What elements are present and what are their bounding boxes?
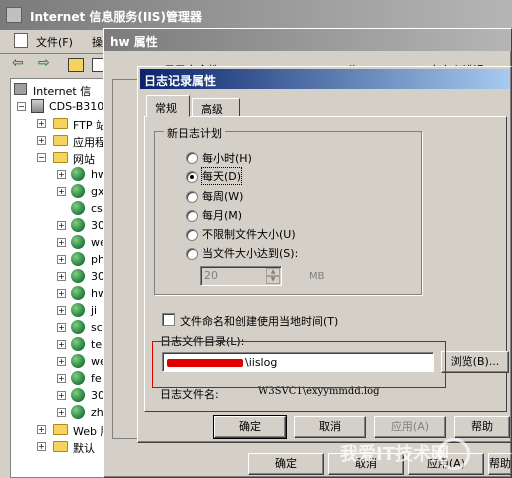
spinner-down-icon[interactable]: ▼ — [266, 276, 280, 284]
expand-icon[interactable]: + — [57, 340, 66, 349]
logging-dialog-titlebar[interactable]: 日志记录属性 — [140, 69, 510, 89]
globe-icon — [71, 252, 85, 266]
local-time-checkbox[interactable] — [162, 313, 175, 326]
spinner-up-icon[interactable]: ▲ — [266, 268, 280, 276]
globe-icon — [71, 388, 85, 402]
radio-daily[interactable] — [186, 171, 198, 183]
size-unit: MB — [309, 271, 325, 282]
logging-properties-dialog: 日志记录属性 常规 高级 新日志计划 每小时(H) 每天(D) 每周(W) 每月… — [137, 66, 512, 443]
props-help-button[interactable]: 帮助 — [488, 453, 512, 475]
expand-icon[interactable]: + — [57, 272, 66, 281]
expand-icon[interactable]: + — [57, 323, 66, 332]
site-properties-title: hw 属性 — [110, 35, 158, 49]
globe-icon — [71, 201, 85, 215]
globe-icon — [71, 184, 85, 198]
expand-icon[interactable]: + — [37, 119, 46, 128]
tree-pane[interactable]: Internet 信 − CDS-B310 + FTP 站 + 应用程 − 网站… — [10, 78, 111, 478]
radio-size-limit-label[interactable]: 当文件大小达到(S): — [202, 245, 298, 261]
expand-icon[interactable]: + — [37, 136, 46, 145]
iis-root-icon — [14, 83, 27, 95]
expand-icon[interactable]: + — [57, 221, 66, 230]
menu-action[interactable]: 操 — [92, 34, 103, 50]
logging-dialog-title: 日志记录属性 — [144, 74, 217, 88]
expand-icon[interactable]: + — [57, 374, 66, 383]
radio-weekly[interactable] — [186, 191, 198, 203]
expand-icon[interactable]: + — [57, 306, 66, 315]
collapse-icon[interactable]: − — [37, 153, 46, 162]
main-window-titlebar[interactable]: Internet 信息服务(IIS)管理器 — [0, 0, 512, 30]
tab-advanced[interactable]: 高级 — [192, 98, 240, 117]
expand-icon[interactable]: + — [57, 187, 66, 196]
server-icon — [31, 99, 44, 113]
dialog-apply-button[interactable]: 应用(A) — [374, 416, 446, 438]
globe-icon — [71, 320, 85, 334]
radio-hourly-label[interactable]: 每小时(H) — [202, 150, 252, 166]
expand-icon[interactable]: + — [57, 391, 66, 400]
folder-icon — [53, 118, 68, 129]
size-spinner-value: 20 — [204, 269, 218, 282]
expand-icon[interactable]: + — [37, 442, 46, 451]
expand-icon[interactable]: + — [37, 425, 46, 434]
site-properties-titlebar[interactable]: hw 属性 — [104, 29, 511, 51]
globe-icon — [71, 405, 85, 419]
browse-button[interactable]: 浏览(B)... — [441, 351, 509, 373]
expand-icon[interactable]: + — [57, 357, 66, 366]
globe-icon — [71, 337, 85, 351]
menu-bar: 文件(F) 操 — [0, 30, 110, 52]
folder-icon — [53, 424, 68, 435]
radio-daily-label[interactable]: 每天(D) — [200, 167, 243, 185]
expand-icon[interactable]: + — [57, 170, 66, 179]
globe-icon — [71, 269, 85, 283]
folder-icon — [53, 135, 68, 146]
globe-icon — [71, 354, 85, 368]
expand-icon[interactable]: + — [57, 255, 66, 264]
radio-unlimited-label[interactable]: 不限制文件大小(U) — [202, 226, 296, 242]
radio-weekly-label[interactable]: 每周(W) — [202, 188, 243, 204]
watermark-text: 我爱IT技术网 — [340, 444, 449, 465]
dialog-cancel-button[interactable]: 取消 — [294, 416, 366, 438]
tab-general[interactable]: 常规 — [146, 95, 190, 117]
props-ok-button[interactable]: 确定 — [248, 453, 324, 475]
radio-unlimited[interactable] — [186, 229, 198, 241]
size-spinner[interactable]: 20 ▲ ▼ — [200, 266, 282, 286]
local-time-label[interactable]: 文件命名和创建使用当地时间(T) — [180, 313, 338, 329]
menu-doc-icon — [14, 33, 28, 48]
expand-icon[interactable]: + — [57, 238, 66, 247]
forward-arrow-icon[interactable]: ⇨ — [38, 55, 50, 71]
globe-icon — [71, 286, 85, 300]
back-arrow-icon[interactable]: ⇦ — [12, 55, 24, 71]
expand-icon[interactable]: + — [57, 408, 66, 417]
folder-icon — [53, 441, 68, 452]
app-icon — [6, 7, 22, 23]
radio-size-limit[interactable] — [186, 248, 198, 260]
radio-monthly[interactable] — [186, 210, 198, 222]
schedule-group-title: 新日志计划 — [164, 125, 225, 141]
radio-hourly[interactable] — [186, 152, 198, 164]
up-folder-icon[interactable] — [68, 58, 84, 72]
globe-icon — [71, 235, 85, 249]
toolbar: ⇦ ⇨ — [0, 53, 110, 75]
folder-icon — [53, 152, 68, 163]
menu-file[interactable]: 文件(F) — [36, 34, 73, 50]
collapse-icon[interactable]: − — [17, 102, 26, 111]
main-window-title: Internet 信息服务(IIS)管理器 — [30, 10, 202, 24]
highlight-box — [152, 341, 446, 388]
globe-icon — [71, 371, 85, 385]
expand-icon[interactable]: + — [57, 289, 66, 298]
globe-icon — [71, 167, 85, 181]
log-filename-label: 日志文件名: — [160, 388, 219, 401]
radio-monthly-label[interactable]: 每月(M) — [202, 207, 242, 223]
globe-icon — [71, 218, 85, 232]
dialog-help-button[interactable]: 帮助 — [454, 416, 510, 438]
dialog-ok-button[interactable]: 确定 — [213, 415, 287, 439]
globe-icon — [71, 303, 85, 317]
